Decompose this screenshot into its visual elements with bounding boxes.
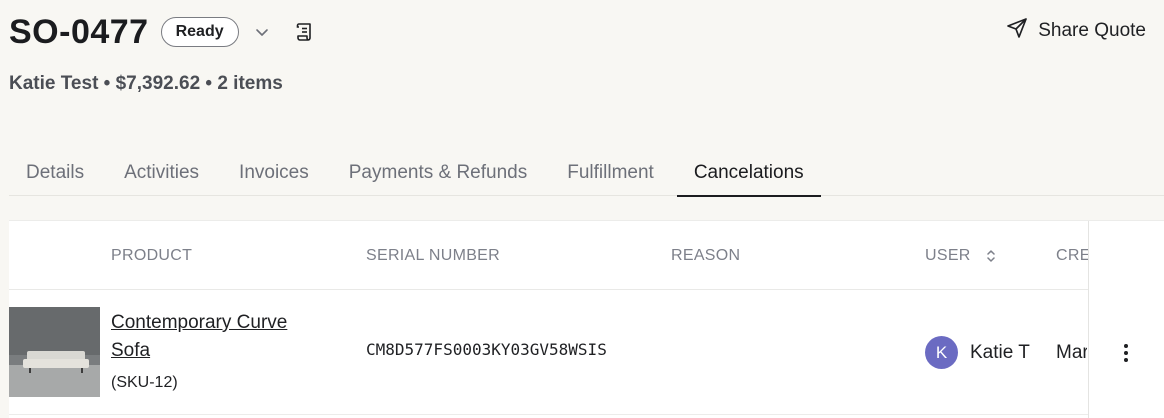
tab-cancelations[interactable]: Cancelations — [676, 150, 821, 197]
order-header: SO-0477 Ready — [9, 10, 317, 54]
tab-bar: Details Activities Invoices Payments & R… — [9, 150, 1164, 197]
tab-details[interactable]: Details — [9, 150, 101, 196]
avatar: K — [925, 336, 958, 369]
product-sku: (SKU-12) — [111, 374, 178, 391]
row-actions-column — [1088, 221, 1164, 418]
column-header-product: PRODUCT — [111, 246, 193, 264]
tab-fulfillment[interactable]: Fulfillment — [550, 150, 671, 196]
column-header-user-label: USER — [925, 246, 971, 264]
created-date: Mar — [1056, 342, 1087, 363]
status-badge[interactable]: Ready — [160, 17, 239, 47]
more-vertical-icon[interactable] — [1115, 342, 1137, 364]
share-quote-button[interactable]: Share Quote — [1006, 16, 1146, 46]
column-header-reason: REASON — [671, 246, 741, 264]
product-thumbnail — [9, 307, 100, 397]
share-quote-label: Share Quote — [1038, 20, 1146, 41]
serial-number: CM8D577FS0003KY03GV58WSIS — [366, 340, 607, 359]
chevron-down-icon[interactable] — [253, 23, 271, 41]
table-row: Contemporary Curve Sofa (SKU-12) CM8D577… — [9, 290, 1164, 415]
send-icon — [1006, 17, 1028, 45]
column-header-serial-number: SERIAL NUMBER — [366, 246, 501, 264]
user-name: Katie T — [970, 341, 1030, 363]
user-cell: K Katie T — [925, 336, 1030, 369]
column-header-user[interactable]: USER — [925, 221, 997, 290]
table-header: PRODUCT SERIAL NUMBER REASON USER CRE — [9, 221, 1164, 290]
product-name-link[interactable]: Contemporary Curve Sofa — [111, 309, 331, 365]
sort-icon[interactable] — [985, 248, 997, 264]
cancelations-table: PRODUCT SERIAL NUMBER REASON USER CRE Co… — [9, 220, 1164, 418]
column-header-created: CRE — [1056, 246, 1088, 264]
order-id-title: SO-0477 — [9, 13, 149, 51]
tab-invoices[interactable]: Invoices — [222, 150, 326, 196]
tab-payments-refunds[interactable]: Payments & Refunds — [332, 150, 544, 196]
tab-activities[interactable]: Activities — [107, 150, 216, 196]
receipt-icon[interactable] — [293, 20, 317, 44]
order-summary: Katie Test • $7,392.62 • 2 items — [9, 73, 283, 94]
